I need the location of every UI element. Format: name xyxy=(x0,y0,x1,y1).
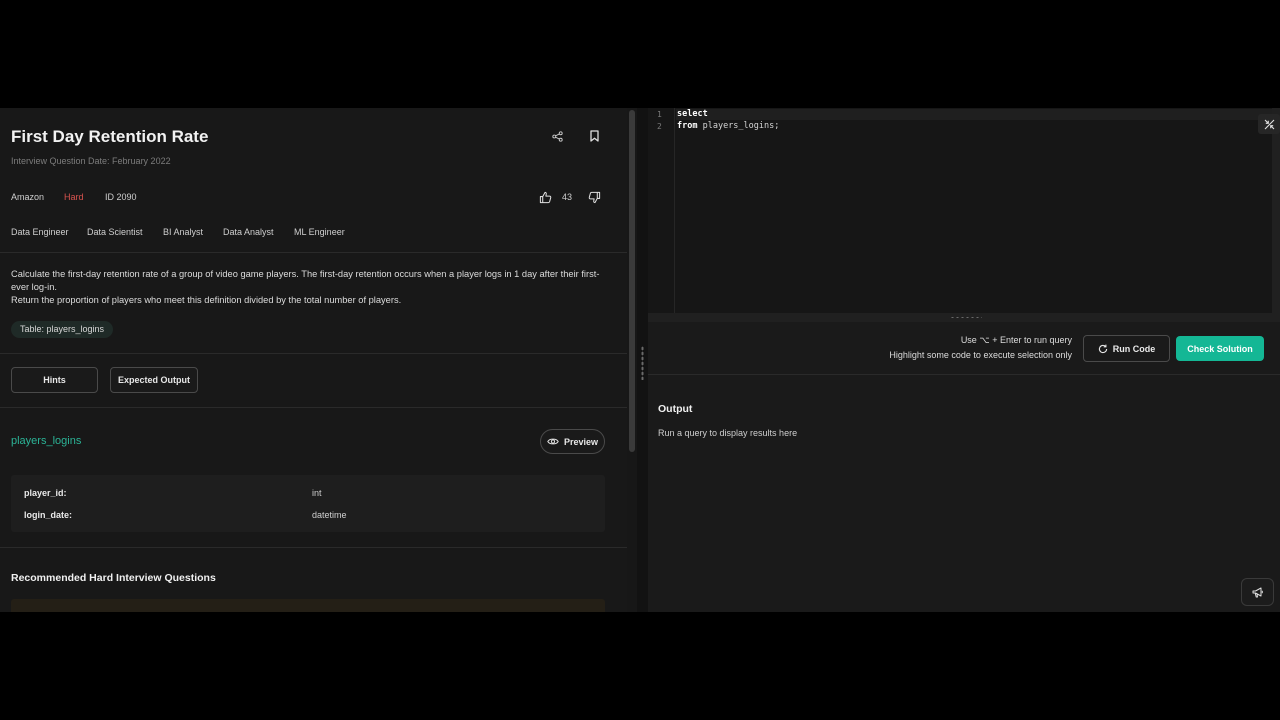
role-tag[interactable]: Data Analyst xyxy=(223,227,274,237)
thumbs-down-icon xyxy=(588,191,600,203)
schema-table: player_id: int login_date: datetime xyxy=(11,475,605,532)
selection-hint: Highlight some code to execute selection… xyxy=(889,350,1072,360)
divider xyxy=(0,353,627,354)
output-placeholder: Run a query to display results here xyxy=(658,428,798,438)
code-line[interactable]: select xyxy=(677,109,708,119)
code-editor[interactable]: 1 2 select from players_logins; xyxy=(648,108,1280,313)
question-description: Calculate the first-day retention rate o… xyxy=(11,268,611,307)
run-hint: Use ⌥ + Enter to run query xyxy=(960,335,1072,345)
feedback-button[interactable] xyxy=(1241,578,1274,606)
app: First Day Retention Rate Interview Quest… xyxy=(0,108,1280,612)
question-id: ID 2090 xyxy=(105,192,137,202)
recommended-title: Recommended Hard Interview Questions xyxy=(11,572,216,584)
role-tag[interactable]: ML Engineer xyxy=(294,227,345,237)
column-name: player_id: xyxy=(24,488,67,498)
downvote-button[interactable] xyxy=(584,187,604,207)
panel-resize-handle[interactable] xyxy=(637,108,648,612)
eye-icon xyxy=(547,438,559,445)
editor-panel: 1 2 select from players_logins; Use ⌥ + … xyxy=(648,108,1280,612)
check-solution-button[interactable]: Check Solution xyxy=(1176,336,1264,361)
refresh-icon xyxy=(1098,344,1107,353)
table-name[interactable]: players_logins xyxy=(11,435,81,447)
question-title: First Day Retention Rate xyxy=(11,127,209,146)
divider xyxy=(0,407,627,408)
output-title: Output xyxy=(658,403,693,415)
thumbs-up-icon xyxy=(539,191,551,203)
preview-label: Preview xyxy=(563,436,599,447)
schema-row: player_id: int xyxy=(24,488,322,498)
question-date: Interview Question Date: February 2022 xyxy=(11,156,171,166)
hints-button[interactable]: Hints xyxy=(11,367,98,393)
difficulty-badge: Hard xyxy=(64,192,84,202)
upvote-button[interactable] xyxy=(535,187,555,207)
role-tag[interactable]: Data Scientist xyxy=(87,227,143,237)
run-code-button[interactable]: Run Code xyxy=(1083,335,1170,362)
description-line: Return the proportion of players who mee… xyxy=(11,295,402,305)
question-panel: First Day Retention Rate Interview Quest… xyxy=(0,108,627,612)
current-line-highlight xyxy=(676,109,1272,120)
run-code-label: Run Code xyxy=(1112,343,1156,354)
table-chip[interactable]: Table: players_logins xyxy=(11,321,114,338)
recommended-card[interactable] xyxy=(11,599,605,612)
line-number: 2 xyxy=(657,122,662,131)
vote-count: 43 xyxy=(562,192,573,202)
schema-row: login_date: datetime xyxy=(24,510,347,520)
preview-button[interactable]: Preview xyxy=(540,429,605,454)
divider xyxy=(648,374,1280,375)
line-number: 1 xyxy=(657,110,662,119)
column-name: login_date: xyxy=(24,510,73,520)
editor-scrollbar[interactable] xyxy=(1272,108,1280,313)
expected-output-button[interactable]: Expected Output xyxy=(110,367,198,393)
column-type: datetime xyxy=(312,510,347,520)
editor-resize-handle[interactable] xyxy=(648,313,1280,322)
bookmark-button[interactable] xyxy=(584,126,604,146)
collapse-icon xyxy=(1264,119,1274,129)
description-line: Calculate the first-day retention rate o… xyxy=(11,269,600,292)
column-type: int xyxy=(312,488,322,498)
divider xyxy=(0,252,627,253)
share-icon xyxy=(551,130,563,142)
collapse-button[interactable] xyxy=(1258,114,1280,134)
role-tag[interactable]: Data Engineer xyxy=(11,227,69,237)
company-label: Amazon xyxy=(11,192,45,202)
code-text: players_logins; xyxy=(697,121,780,131)
bookmark-icon xyxy=(589,130,599,142)
left-scrollbar[interactable] xyxy=(629,110,635,452)
megaphone-icon xyxy=(1252,587,1263,597)
sql-keyword: select xyxy=(677,109,708,119)
role-tag[interactable]: BI Analyst xyxy=(163,227,203,237)
divider xyxy=(0,547,627,548)
share-button[interactable] xyxy=(547,126,567,146)
code-line[interactable]: from players_logins; xyxy=(677,121,779,131)
line-gutter xyxy=(648,108,675,313)
sql-keyword: from xyxy=(677,121,698,131)
